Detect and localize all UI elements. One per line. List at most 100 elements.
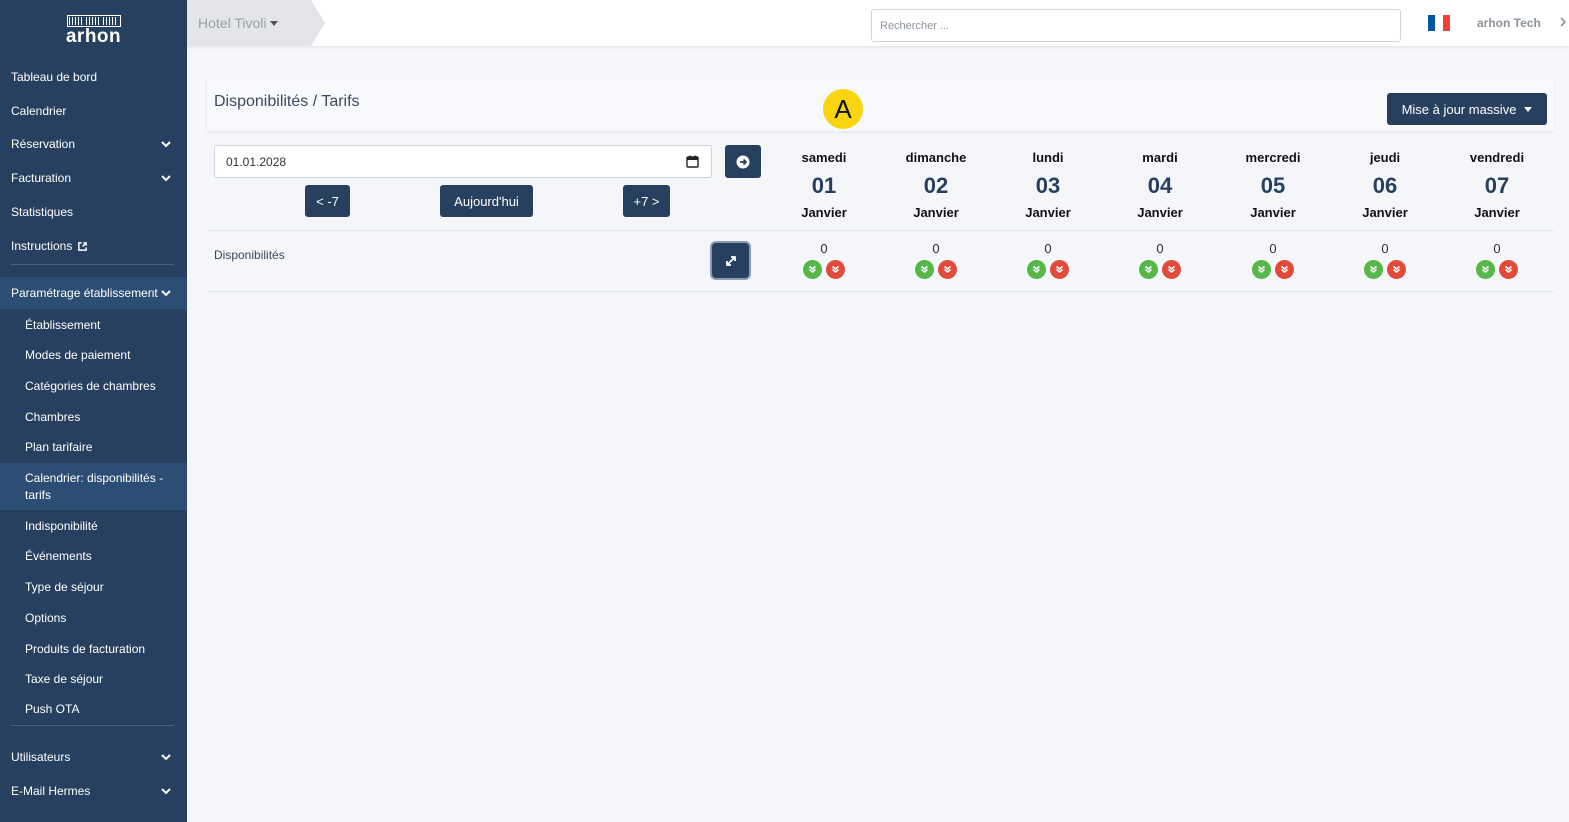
sidebar-subitem-events[interactable]: Événements [0,541,187,571]
day-name: samedi [801,150,847,165]
day-name: dimanche [905,150,967,165]
sidebar-subitem-label: Catégories de chambres [25,378,156,393]
sidebar-item-email-hermes[interactable]: E-Mail Hermes [0,776,187,806]
sidebar-subitem-label: Plan tarifaire [25,439,93,454]
page-header: Disponibilités / Tarifs Mise à jour mass… [207,79,1554,131]
sidebar-item-calendar[interactable]: Calendrier [0,96,187,126]
sidebar-subitem-label: Taxe de séjour [25,671,104,686]
sidebar-subitem-property[interactable]: Établissement [0,310,187,340]
row-divider [207,291,1554,292]
expand-button[interactable] [712,243,749,278]
sidebar-subitem-room-categories[interactable]: Catégories de chambres [0,371,187,401]
next-week-button[interactable]: +7 > [623,185,670,217]
sidebar-subitem-rooms[interactable]: Chambres [0,402,187,432]
decrease-button[interactable] [1162,260,1181,279]
chevron-down-icon [161,788,171,795]
day-name: mercredi [1245,150,1301,165]
day-name: mardi [1142,150,1178,165]
calendar-icon[interactable] [686,155,699,168]
mass-update-button[interactable]: Mise à jour massive [1387,93,1547,125]
day-name: vendredi [1469,150,1525,165]
availability-cell: 0 [768,240,880,279]
today-button[interactable]: Aujourd'hui [440,185,533,217]
logo[interactable]: arhon [0,0,187,60]
day-number: 02 [923,173,949,198]
decrease-button[interactable] [938,260,957,279]
sidebar-item-billing[interactable]: Facturation [0,163,187,193]
sidebar-subitem-billing-products[interactable]: Produits de facturation [0,634,187,664]
sidebar-item-instructions[interactable]: Instructions [0,231,187,261]
sidebar-item-property-settings[interactable]: Paramétrage établissement [0,277,187,309]
day-name: lundi [1032,150,1064,165]
availability-cell: 0 [1104,240,1216,279]
day-number: 05 [1260,173,1286,198]
decrease-button[interactable] [1499,260,1518,279]
sidebar-subitem-unavailability[interactable]: Indisponibilité [0,511,187,541]
sidebar-subitem-push-ota[interactable]: Push OTA [0,694,187,724]
external-link-icon [78,241,88,251]
date-input[interactable]: 01.01.2028 [214,145,712,178]
increase-button[interactable] [803,260,822,279]
availability-value: 0 [820,241,828,256]
chevron-down-icon [161,754,171,761]
caret-down-icon [1524,106,1533,112]
sidebar-item-label: Tableau de bord [11,70,98,84]
hotel-selector[interactable]: Hotel Tivoli [187,0,325,46]
day-month: Janvier [801,205,847,220]
decrease-button[interactable] [1050,260,1069,279]
sidebar-subitem-availability-calendar[interactable]: Calendrier: disponibilités - tarifs [0,463,187,510]
double-chevron-down-icon [944,265,951,273]
availability-cell: 0 [1329,240,1441,279]
search-input[interactable] [871,9,1401,42]
sidebar-item-users[interactable]: Utilisateurs [0,742,187,772]
decrease-button[interactable] [1387,260,1406,279]
sidebar-subitem-label: Établissement [25,317,101,332]
sidebar-subitem-tourist-tax[interactable]: Taxe de séjour [0,664,187,694]
sidebar-item-dashboard[interactable]: Tableau de bord [0,62,187,92]
sidebar-item-statistics[interactable]: Statistiques [0,197,187,227]
sidebar-item-label: Statistiques [11,205,74,219]
sidebar-subitem-label: Événements [25,548,92,563]
sidebar-subitem-label: Options [25,610,67,625]
increase-button[interactable] [1252,260,1271,279]
french-flag-icon[interactable] [1428,15,1450,31]
increase-button[interactable] [1139,260,1158,279]
sidebar: arhon Tableau de bord Calendrier Réserva… [0,0,187,822]
chevron-right-icon[interactable] [1558,17,1568,27]
day-month: Janvier [1362,205,1408,220]
double-chevron-down-icon [1056,265,1063,273]
sidebar-subitem-payment-modes[interactable]: Modes de paiement [0,340,187,370]
chevron-down-icon [161,175,171,182]
prev-week-button[interactable]: < -7 [305,185,350,217]
go-button[interactable] [725,145,761,178]
decrease-button[interactable] [1275,260,1294,279]
sidebar-subitem-rate-plan[interactable]: Plan tarifaire [0,432,187,462]
increase-button[interactable] [1027,260,1046,279]
decrease-button[interactable] [826,260,845,279]
increase-button[interactable] [1476,260,1495,279]
day-month: Janvier [913,205,959,220]
day-header: jeudi 06 Janvier [1329,148,1441,224]
sidebar-subitem-label: Modes de paiement [25,347,131,362]
double-chevron-down-icon [1033,265,1040,273]
sidebar-subitem-label: Indisponibilité [25,518,98,533]
arrow-circle-right-icon [736,155,750,168]
sidebar-item-reservation[interactable]: Réservation [0,129,187,159]
availability-cell: 0 [992,240,1104,279]
increase-button[interactable] [915,260,934,279]
day-number: 07 [1484,173,1510,198]
day-number: 04 [1147,173,1173,198]
day-header: dimanche 02 Janvier [880,148,992,224]
day-header: mercredi 05 Janvier [1217,148,1329,224]
chevron-down-icon [161,290,171,297]
sidebar-subitem-stay-type[interactable]: Type de séjour [0,572,187,602]
user-menu[interactable]: arhon Tech [1477,16,1541,30]
increase-button[interactable] [1364,260,1383,279]
availability-value: 0 [1269,241,1277,256]
sidebar-item-label: Paramétrage établissement [11,286,158,300]
double-chevron-down-icon [921,265,928,273]
sidebar-subitem-options[interactable]: Options [0,603,187,633]
sidebar-item-label: Facturation [11,171,72,185]
annotation-marker: A [823,89,863,129]
double-chevron-down-icon [1370,265,1377,273]
